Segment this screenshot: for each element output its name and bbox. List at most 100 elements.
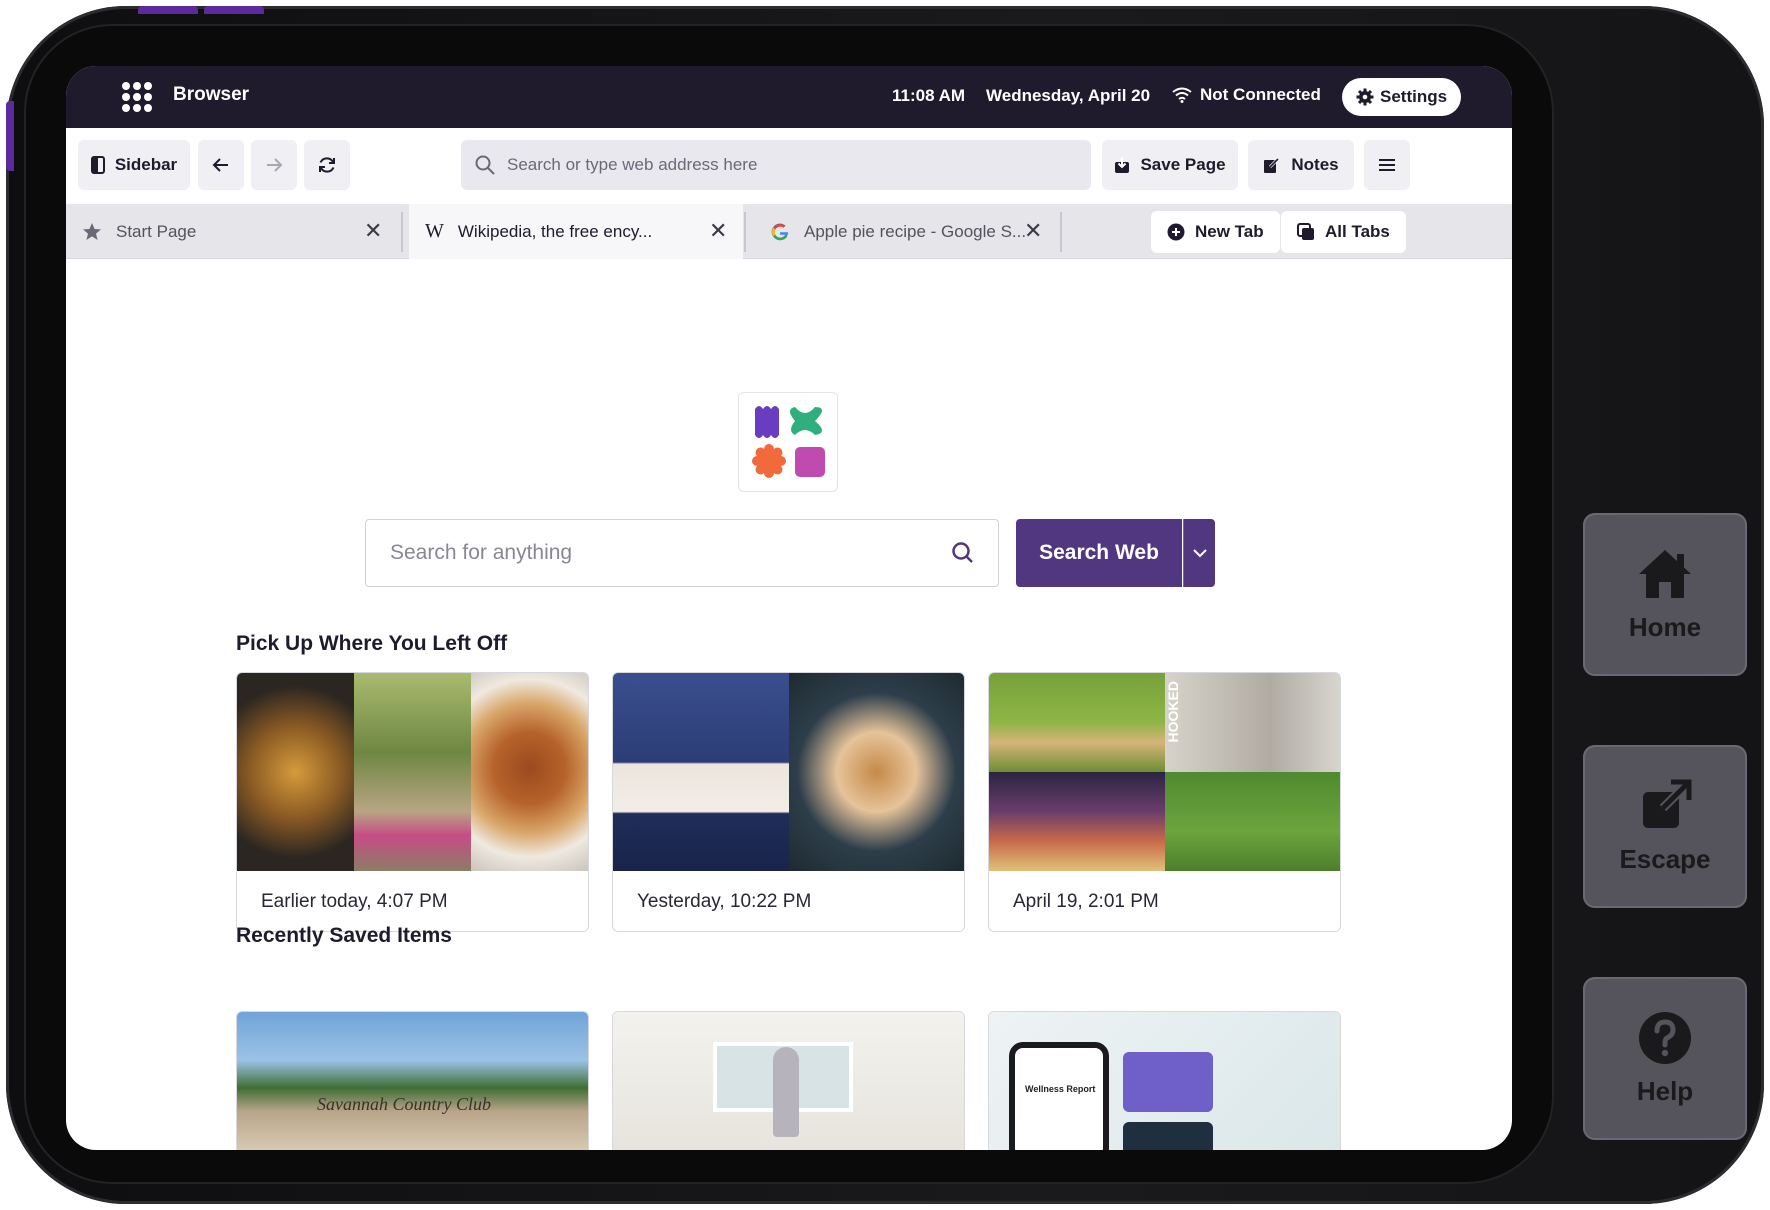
reload-button[interactable] bbox=[304, 140, 350, 190]
connection-label: Not Connected bbox=[1200, 85, 1321, 104]
wikipedia-icon: W bbox=[425, 220, 444, 242]
phone-mockup: Wellness Report bbox=[1009, 1042, 1109, 1150]
escape-icon bbox=[1643, 779, 1692, 828]
clock: 11:08 AM bbox=[892, 86, 966, 105]
search-icon bbox=[475, 155, 495, 175]
search-web-label: Search Web bbox=[1039, 541, 1159, 564]
chat-card bbox=[1123, 1052, 1213, 1112]
chevron-down-icon bbox=[1192, 549, 1207, 558]
country-club-sign: Savannah Country Club bbox=[317, 1094, 491, 1114]
wellness-report-text: Wellness Report bbox=[1025, 1084, 1096, 1094]
all-tabs-button[interactable]: All Tabs bbox=[1281, 211, 1406, 253]
pasta-image bbox=[788, 673, 964, 871]
close-tab-icon[interactable]: ✕ bbox=[1024, 218, 1042, 244]
reload-icon bbox=[319, 157, 335, 173]
escape-button[interactable]: Escape bbox=[1583, 745, 1747, 908]
golf-image bbox=[1164, 772, 1340, 871]
history-timestamp: April 19, 2:01 PM bbox=[1013, 891, 1159, 912]
close-tab-icon[interactable]: ✕ bbox=[709, 218, 727, 244]
sidebar-icon bbox=[90, 156, 105, 174]
food-image bbox=[237, 673, 354, 871]
history-thumbnail bbox=[237, 673, 588, 871]
search-icon[interactable] bbox=[950, 540, 976, 566]
portrait-image bbox=[613, 673, 789, 871]
forward-button[interactable] bbox=[251, 140, 297, 190]
home-icon bbox=[1639, 550, 1691, 598]
history-thumbnail: HOOKED bbox=[989, 673, 1340, 871]
dark-card bbox=[1123, 1122, 1213, 1150]
logo-icon bbox=[752, 406, 825, 478]
plus-circle-icon bbox=[1167, 223, 1185, 241]
saved-item[interactable] bbox=[612, 1011, 965, 1150]
connection-status[interactable]: Not Connected bbox=[1172, 85, 1321, 105]
save-page-label: Save Page bbox=[1140, 155, 1226, 174]
close-tab-icon[interactable]: ✕ bbox=[364, 218, 382, 244]
history-card[interactable]: Earlier today, 4:07 PM bbox=[236, 672, 589, 932]
tabs-stack-icon bbox=[1297, 223, 1314, 240]
home-button[interactable]: Home bbox=[1583, 513, 1747, 676]
saved-item[interactable]: Wellness Report bbox=[988, 1011, 1341, 1150]
history-timestamp: Yesterday, 10:22 PM bbox=[637, 891, 812, 912]
search-web-button[interactable]: Search Web bbox=[1016, 519, 1182, 587]
wifi-icon bbox=[1172, 87, 1192, 103]
knitting-image: HOOKED bbox=[1164, 673, 1340, 772]
arrow-left-icon bbox=[212, 158, 228, 172]
settings-label: Settings bbox=[1380, 87, 1448, 106]
saved-item[interactable]: Savannah Country Club bbox=[236, 1011, 589, 1150]
notes-label: Notes bbox=[1291, 155, 1339, 174]
sidebar-button[interactable]: Sidebar bbox=[78, 140, 190, 190]
back-button[interactable] bbox=[198, 140, 244, 190]
trees-image bbox=[354, 673, 471, 871]
tab-divider bbox=[401, 212, 403, 252]
sidebar-label: Sidebar bbox=[114, 155, 178, 174]
hamburger-menu-icon bbox=[1379, 159, 1395, 171]
tab-google-search[interactable]: Apple pie recipe - Google S... ✕ bbox=[750, 204, 1084, 259]
app-title: Browser bbox=[173, 84, 250, 105]
tab-divider bbox=[744, 212, 746, 252]
history-thumbnail bbox=[613, 673, 964, 871]
new-tab-label: New Tab bbox=[1195, 222, 1264, 241]
date: Wednesday, April 20 bbox=[986, 86, 1151, 105]
history-card[interactable]: HOOKED April 19, 2:01 PM bbox=[988, 672, 1341, 932]
tab-label: Apple pie recipe - Google S... bbox=[804, 221, 1027, 241]
menu-button[interactable] bbox=[1364, 140, 1410, 190]
city-image bbox=[989, 772, 1165, 871]
google-icon bbox=[771, 223, 789, 240]
tab-label: Start Page bbox=[116, 221, 197, 241]
tab-label: Wikipedia, the free ency... bbox=[457, 221, 653, 241]
help-button[interactable]: Help bbox=[1583, 977, 1747, 1140]
settings-button[interactable]: Settings bbox=[1342, 78, 1462, 116]
search-input[interactable]: Search for anything bbox=[365, 519, 999, 587]
new-tab-button[interactable]: New Tab bbox=[1151, 211, 1280, 253]
app-grid-icon[interactable] bbox=[122, 82, 152, 112]
hardware-button bbox=[204, 6, 264, 14]
history-card[interactable]: Yesterday, 10:22 PM bbox=[612, 672, 965, 932]
all-tabs-label: All Tabs bbox=[1325, 222, 1390, 241]
home-label: Home bbox=[1628, 612, 1702, 642]
search-engine-dropdown[interactable] bbox=[1183, 519, 1215, 587]
hooked-text: HOOKED bbox=[1164, 681, 1181, 743]
browser-toolbar: Sidebar Search or type web address here … bbox=[66, 128, 1512, 204]
tab-start-page[interactable]: Start Page ✕ bbox=[66, 204, 400, 259]
pie-image bbox=[471, 673, 588, 871]
section-title-recently-saved: Recently Saved Items bbox=[236, 924, 452, 947]
edit-note-icon bbox=[1264, 157, 1280, 173]
tab-bar: Start Page ✕ W Wikipedia, the free ency.… bbox=[66, 204, 1512, 259]
save-page-button[interactable]: Save Page bbox=[1102, 140, 1238, 190]
address-bar[interactable]: Search or type web address here bbox=[461, 140, 1091, 190]
star-icon bbox=[83, 222, 101, 240]
tab-divider bbox=[1060, 212, 1062, 252]
puppy-image bbox=[989, 673, 1165, 772]
address-placeholder: Search or type web address here bbox=[507, 155, 758, 174]
person-figure bbox=[773, 1047, 799, 1137]
section-title-pick-up: Pick Up Where You Left Off bbox=[236, 632, 508, 655]
search-placeholder: Search for anything bbox=[390, 541, 573, 564]
browser-screen: Browser 11:08 AM Wednesday, April 20 Not… bbox=[66, 66, 1512, 1150]
hardware-button bbox=[138, 6, 198, 14]
tab-wikipedia[interactable]: W Wikipedia, the free ency... ✕ bbox=[409, 204, 743, 259]
save-icon bbox=[1115, 157, 1130, 173]
history-timestamp: Earlier today, 4:07 PM bbox=[261, 891, 448, 912]
start-page-logo bbox=[738, 392, 838, 492]
notes-button[interactable]: Notes bbox=[1248, 140, 1354, 190]
country-club-image bbox=[237, 1012, 588, 1150]
